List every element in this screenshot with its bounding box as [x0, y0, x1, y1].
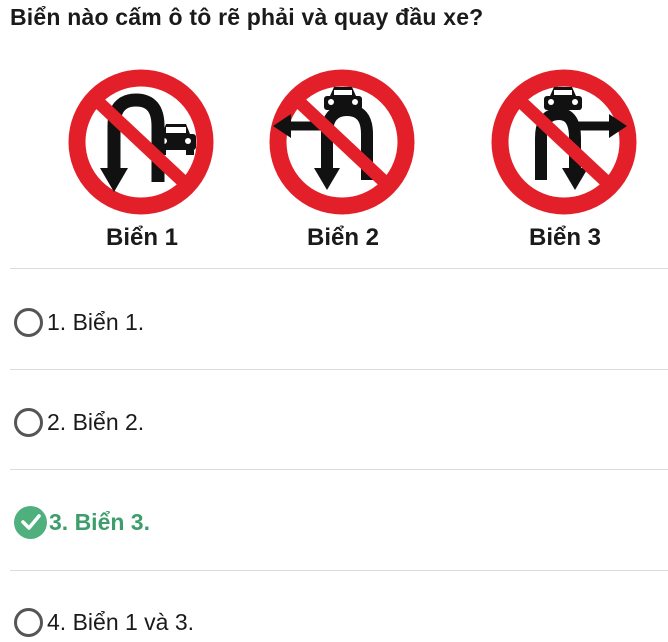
- option-4-label: 4. Biển 1 và 3.: [47, 608, 195, 635]
- radio-unchecked-icon[interactable]: [14, 407, 43, 437]
- divider: [10, 268, 668, 269]
- no-u-turn-for-cars-icon: [68, 69, 214, 215]
- option-1[interactable]: 1. Biển 1.: [14, 302, 144, 342]
- question-text: Biển nào cấm ô tô rẽ phải và quay đầu xe…: [10, 4, 484, 30]
- no-right-turn-and-u-turn-for-cars-icon: [491, 69, 637, 215]
- option-3-label: 3. Biển 3.: [49, 508, 150, 535]
- divider: [10, 570, 668, 571]
- radio-unchecked-icon[interactable]: [14, 607, 43, 637]
- option-2[interactable]: 2. Biển 2.: [14, 402, 144, 442]
- checkmark-icon[interactable]: [14, 505, 47, 539]
- divider: [10, 369, 668, 370]
- sign-2: Biển 2: [243, 64, 443, 264]
- option-4[interactable]: 4. Biển 1 và 3.: [14, 602, 194, 642]
- no-left-turn-and-u-turn-for-cars-icon: [269, 69, 415, 215]
- option-1-label: 1. Biển 1.: [47, 308, 145, 335]
- sign-3: Biển 3: [465, 64, 665, 264]
- sign-3-label: Biển 3: [528, 224, 602, 251]
- sign-images: Biển 1 Biển 2 Biển 3: [0, 64, 668, 264]
- option-2-label: 2. Biển 2.: [47, 408, 145, 435]
- option-3[interactable]: 3. Biển 3.: [14, 502, 150, 542]
- sign-2-label: Biển 2: [306, 224, 380, 251]
- radio-unchecked-icon[interactable]: [14, 307, 43, 337]
- divider: [10, 469, 668, 470]
- sign-1-label: Biển 1: [105, 224, 179, 251]
- sign-1: Biển 1: [42, 64, 242, 264]
